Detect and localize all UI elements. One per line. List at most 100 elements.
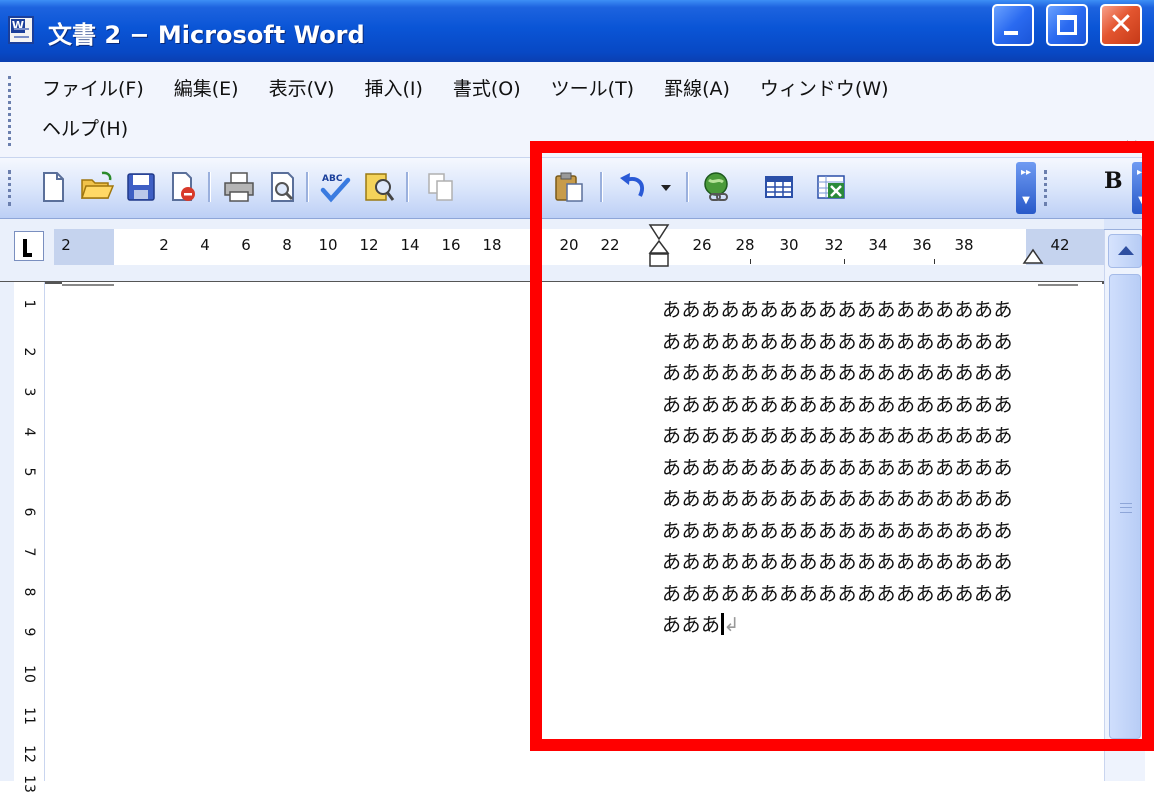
close-button[interactable]: ✕ [1100,4,1142,46]
vruler-label: 7 [21,547,37,557]
ruler-label: 12 [359,236,379,254]
vruler-label: 4 [21,427,37,437]
vruler-label: 5 [21,467,37,477]
toolbar-separator [686,172,689,202]
formatting-toolbar-grip[interactable] [1044,170,1050,206]
text-line: ああああああああああああああああああ [662,330,1014,353]
menu-insert[interactable]: 挿入(I) [364,74,422,101]
insert-table-icon[interactable] [762,170,796,204]
toolbar-separator [600,172,603,202]
ruler-label: 38 [954,236,974,254]
close-icon: ✕ [1108,7,1134,42]
text-line: あああ [662,614,721,636]
text-line: ああああああああああああああああああ [662,362,1014,384]
standard-toolbar: ABC ▸▸ ▼ ▸▸ ▼ [0,158,1154,219]
vruler-label: 3 [21,387,37,397]
margin-corner-right [1038,284,1078,289]
ruler-label: 18 [482,236,502,254]
vruler-label: 8 [21,587,37,597]
vruler-label: 6 [21,507,37,517]
maximize-icon [1057,15,1077,35]
scrollbar-thumb[interactable] [1109,274,1141,739]
vruler-label: 2 [21,347,37,357]
window-title: 文書 2 − Microsoft Word [48,21,365,49]
ruler-bar: 2 2 4 6 8 10 12 14 16 18 20 22 26 28 30 … [0,219,1154,284]
menu-help[interactable]: ヘルプ(H) [42,114,128,141]
undo-icon[interactable] [616,170,650,204]
formatting-toolbar-options-button[interactable]: ▸▸ ▼ [1132,162,1152,214]
ruler-label: 34 [868,236,888,254]
ruler-label: 14 [400,236,420,254]
ruler-label: 28 [735,236,755,254]
ruler-label: 6 [241,236,251,254]
svg-text:ABC: ABC [322,174,343,184]
ruler-label: 10 [318,236,338,254]
margin-corner-left [62,284,114,289]
insert-excel-icon[interactable] [814,170,848,204]
first-line-indent-marker[interactable] [648,223,670,269]
ruler-label: 16 [441,236,461,254]
paragraph-mark: ↲ [723,614,740,636]
print-preview-icon[interactable] [266,170,300,204]
left-margin-strip [0,282,14,781]
vruler-label: 13 [21,775,37,793]
hyperlink-icon[interactable] [700,170,734,204]
menu-format[interactable]: 書式(O) [453,74,521,101]
document-body-text[interactable]: ああああああああああああああああああ ああああああああああああああああああ ああああ… [662,295,1013,642]
vruler-label: 9 [21,627,37,637]
word-document-icon[interactable]: W [8,16,34,44]
open-folder-icon[interactable] [80,170,114,204]
text-line: ああああああああああああああああああ [662,582,1014,605]
title-bar: W 文書 2 − Microsoft Word ✕ [0,0,1154,62]
menu-tools[interactable]: ツール(T) [551,74,634,101]
close-document-button[interactable]: × [1123,134,1140,158]
menu-view[interactable]: 表示(V) [269,74,335,101]
print-icon[interactable] [222,170,256,204]
toolbar-options-button[interactable]: ▸▸ ▼ [1016,162,1036,214]
vruler-label: 10 [21,665,37,683]
ruler-label: 30 [779,236,799,254]
toolbar-separator [306,172,309,202]
minimize-icon [1004,31,1018,35]
spelling-check-icon[interactable]: ABC [318,170,352,204]
menu-edit[interactable]: 編集(E) [174,74,239,101]
menu-window[interactable]: ウィンドウ(W) [760,74,889,101]
ruler-label: 22 [600,236,620,254]
menu-grip-handle[interactable] [8,76,14,146]
research-icon[interactable] [362,170,396,204]
paste-icon[interactable] [552,170,586,204]
text-line: ああああああああああああああああああ [662,551,1014,573]
copy-icon[interactable] [424,170,458,204]
ruler-label: 2 [61,236,71,254]
text-line: ああああああああああああああああああ [662,299,1014,321]
split-box[interactable] [1104,219,1144,230]
toolbar-grip-handle[interactable] [8,170,14,206]
save-icon[interactable] [124,170,158,204]
menu-table[interactable]: 罫線(A) [664,74,730,101]
vertical-ruler[interactable]: 1 2 3 4 5 6 7 8 9 10 11 12 13 [14,282,45,793]
ruler-label: 4 [200,236,210,254]
ruler-label: 42 [1050,236,1070,254]
bold-button[interactable]: B [1104,168,1123,194]
text-line: ああああああああああああああああああ [662,456,1014,479]
permission-icon[interactable] [166,170,200,204]
new-document-icon[interactable] [36,170,70,204]
vruler-label: 11 [21,707,37,725]
horizontal-ruler[interactable]: 2 2 4 6 8 10 12 14 16 18 20 22 26 28 30 … [54,224,1104,267]
text-line: ああああああああああああああああああ [662,488,1014,510]
maximize-button[interactable] [1046,4,1088,46]
thumb-grip-icon [1120,503,1132,513]
ruler-label: 20 [559,236,579,254]
scroll-up-arrow-icon[interactable] [1108,234,1142,268]
vruler-label: 1 [21,299,37,309]
ruler-label: 26 [692,236,712,254]
ruler-label: 8 [282,236,292,254]
right-indent-marker[interactable] [1022,247,1044,265]
menu-file[interactable]: ファイル(F) [42,74,144,101]
minimize-button[interactable] [992,4,1034,46]
vruler-label: 12 [21,745,37,763]
tab-selector-button[interactable] [14,231,44,261]
undo-dropdown-icon[interactable] [658,170,674,204]
ruler-label: 32 [824,236,844,254]
text-line: ああああああああああああああああああ [662,519,1014,542]
